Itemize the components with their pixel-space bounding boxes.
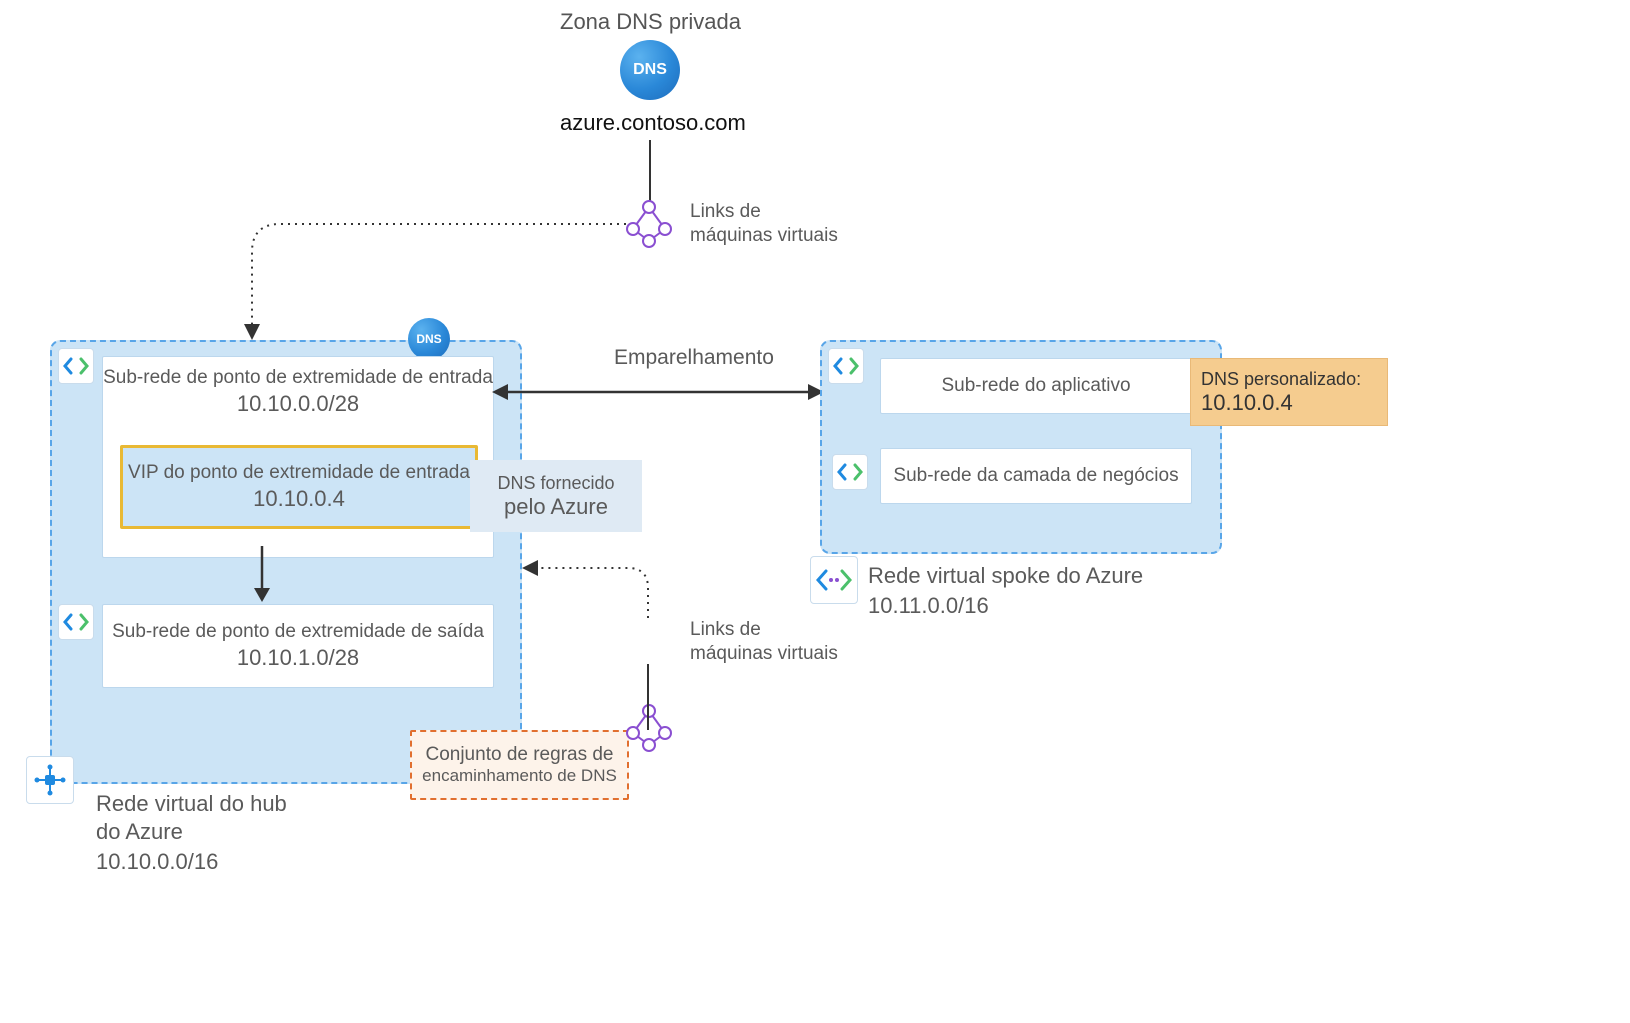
vnet-icon: [832, 454, 868, 490]
vm-links-line2: máquinas virtuais: [690, 224, 838, 248]
vm-links-label-mid: Links de máquinas virtuais: [690, 618, 838, 666]
dns-icon: DNS: [620, 40, 680, 100]
inbound-subnet-cidr: 10.10.0.0/28: [237, 391, 359, 417]
peering-arrow: [492, 380, 824, 404]
hub-title-line2: do Azure: [96, 818, 183, 846]
custom-dns-box: DNS personalizado: 10.10.0.4: [1190, 358, 1388, 426]
diagram-canvas: Zona DNS privada DNS azure.contoso.com L…: [0, 0, 1630, 1023]
custom-dns-ip: 10.10.0.4: [1201, 390, 1293, 416]
hub-title-line1: Rede virtual do hub: [96, 790, 287, 818]
hub-vnet-icon: [26, 756, 74, 804]
vnet-peering-icon: [810, 556, 858, 604]
ruleset-line2: encaminhamento de DNS: [422, 766, 617, 786]
azure-provided-dns-box: DNS fornecido pelo Azure: [470, 460, 642, 532]
private-dns-zone-domain: azure.contoso.com: [560, 110, 746, 136]
outbound-subnet-cidr: 10.10.1.0/28: [237, 645, 359, 671]
vm-links-label-top: Links de máquinas virtuais: [690, 200, 838, 248]
ruleset-line1: Conjunto de regras de: [425, 744, 613, 766]
dns-ruleset-box: Conjunto de regras de encaminhamento de …: [410, 730, 629, 800]
dns-icon-small: DNS: [408, 318, 450, 360]
inbound-vip-label: VIP do ponto de extremidade de entrada: [128, 462, 470, 484]
peering-label: Emparelhamento: [614, 345, 774, 371]
vm-links-mid-line1: Links de: [690, 618, 838, 642]
vm-links-mid-line2: máquinas virtuais: [690, 642, 838, 666]
inbound-vip-ip: 10.10.0.4: [253, 486, 345, 512]
inbound-vip-box: VIP do ponto de extremidade de entrada 1…: [120, 445, 478, 529]
spoke-cidr: 10.11.0.0/16: [868, 592, 989, 620]
dns-icon-small-text: DNS: [416, 332, 441, 346]
custom-dns-label: DNS personalizado:: [1201, 369, 1361, 390]
spoke-title: Rede virtual spoke do Azure: [868, 562, 1143, 590]
connector-line: [646, 664, 650, 730]
dns-icon-text: DNS: [633, 61, 667, 79]
vnet-icon: [828, 348, 864, 384]
vm-links-line1: Links de: [690, 200, 838, 224]
azure-dns-line1: DNS fornecido: [497, 473, 614, 494]
outbound-subnet-box: Sub-rede de ponto de extremidade de saíd…: [102, 604, 494, 688]
app-subnet-box: Sub-rede do aplicativo: [880, 358, 1192, 414]
private-dns-zone-title: Zona DNS privada: [560, 8, 741, 36]
vnet-icon: [58, 348, 94, 384]
outbound-subnet-label: Sub-rede de ponto de extremidade de saíd…: [112, 621, 484, 643]
biz-subnet-label: Sub-rede da camada de negócios: [893, 465, 1178, 487]
dotted-connector-mid: [520, 566, 654, 626]
biz-subnet-box: Sub-rede da camada de negócios: [880, 448, 1192, 504]
vnet-links-icon: [626, 200, 672, 246]
inbound-subnet-label: Sub-rede de ponto de extremidade de entr…: [103, 367, 493, 389]
connector-line: [648, 140, 652, 202]
arrow-inbound-to-outbound: [252, 546, 272, 604]
vnet-icon: [58, 604, 94, 640]
azure-dns-line2: pelo Azure: [504, 494, 608, 520]
hub-cidr: 10.10.0.0/16: [96, 848, 218, 876]
app-subnet-label: Sub-rede do aplicativo: [941, 375, 1130, 397]
